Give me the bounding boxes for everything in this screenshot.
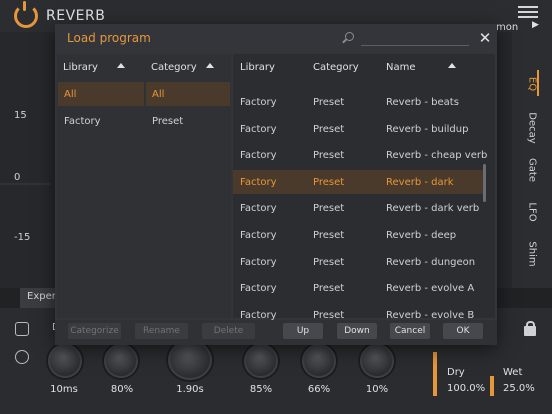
tab-shim[interactable]: Shim [512, 232, 552, 276]
close-button[interactable]: ✕ [475, 28, 495, 48]
sort-asc-icon[interactable] [448, 63, 456, 68]
damping-value: 66% [307, 384, 331, 395]
lock-icon[interactable] [524, 321, 536, 336]
decay-knob[interactable] [168, 340, 212, 380]
table-row[interactable]: Factory Preset Reverb - deep [233, 223, 483, 247]
wet-label: Wet [503, 367, 523, 378]
dry-label: Dry [447, 367, 465, 378]
mod-value: 10% [365, 384, 389, 395]
wet-value: 25.0% [503, 383, 535, 394]
table-row[interactable]: Factory Preset Reverb - beats [233, 90, 483, 114]
graph-view-icon[interactable] [15, 322, 29, 336]
category-option-all[interactable]: All [146, 82, 230, 106]
active-tab-indicator [537, 70, 539, 96]
side-tabs: EQ Decay Gate LFO Shim [512, 32, 552, 288]
diffusion-value: 80% [110, 384, 134, 395]
hamburger-menu-icon[interactable] [518, 6, 538, 18]
app-title: REVERB [46, 8, 106, 24]
cancel-button[interactable]: Cancel [390, 323, 430, 339]
row-category-cell: Preset [313, 97, 345, 108]
wet-meter[interactable] [490, 376, 494, 396]
row-name-cell: Reverb - evolve A [386, 283, 475, 295]
row-library-cell: Factory [240, 256, 277, 268]
categorize-button[interactable]: Categorize [68, 323, 121, 339]
row-library-cell: Factory [240, 230, 277, 241]
filter-header-library[interactable]: Library [63, 62, 98, 73]
row-name-cell: Reverb - cheap verb [386, 150, 488, 162]
row-library-cell: Factory [240, 203, 277, 215]
dialog-title: Load program [67, 31, 151, 45]
rename-button[interactable]: Rename [135, 323, 188, 339]
row-library-cell: Factory [240, 150, 277, 162]
db-label-top: 15 [14, 110, 27, 121]
table-row[interactable]: Factory Preset Reverb - dark verb [233, 196, 483, 220]
row-name-cell: Reverb - dark [386, 176, 454, 188]
search-icon [345, 32, 354, 41]
row-library-cell: Factory [240, 123, 277, 135]
row-category-cell: Preset [313, 256, 345, 268]
row-category-cell: Preset [313, 150, 345, 162]
table-row[interactable]: Factory Preset Reverb - evolve A [233, 276, 483, 300]
delete-button[interactable]: Delete [202, 323, 255, 339]
damping-knob[interactable] [302, 344, 336, 378]
row-name-cell: Reverb - dark verb [386, 203, 480, 215]
sort-asc-icon[interactable] [206, 63, 214, 68]
list-header-category[interactable]: Category [313, 62, 359, 73]
tab-gate[interactable]: Gate [512, 148, 552, 192]
search-input[interactable] [361, 30, 469, 46]
row-library-cell: Factory [240, 283, 277, 295]
library-option-factory[interactable]: Factory [58, 109, 144, 133]
tab-decay[interactable]: Decay [512, 106, 552, 150]
row-library-cell: Factory [240, 176, 277, 188]
db-label-bottom: -15 [14, 232, 31, 243]
row-category-cell: Preset [313, 176, 345, 188]
ok-button[interactable]: OK [443, 323, 483, 339]
dialog-footer [55, 320, 497, 345]
list-header-library[interactable]: Library [240, 62, 275, 73]
dry-value: 100.0% [447, 383, 486, 394]
table-row[interactable]: Factory Preset Reverb - cheap verb [233, 143, 487, 167]
tab-lfo[interactable]: LFO [512, 190, 552, 234]
diffusion-knob[interactable] [104, 344, 138, 378]
dry-meter[interactable] [433, 352, 437, 396]
table-row[interactable]: Factory Preset Reverb - dark [233, 169, 483, 194]
dice-icon[interactable] [15, 350, 29, 364]
row-category-cell: Preset [313, 123, 345, 135]
category-option-preset[interactable]: Preset [146, 109, 230, 133]
list-scrollbar[interactable] [483, 164, 486, 202]
power-logo-icon[interactable] [14, 1, 38, 28]
db-label-mid: 0 [14, 172, 21, 183]
library-option-all[interactable]: All [58, 82, 144, 106]
tab-eq[interactable]: EQ [512, 62, 552, 106]
row-library-cell: Factory [240, 97, 277, 108]
size-knob[interactable] [244, 344, 278, 378]
row-name-cell: Reverb - dungeon [386, 256, 476, 268]
size-value: 85% [249, 384, 273, 395]
predelay-knob[interactable] [48, 344, 82, 378]
row-category-cell: Preset [313, 203, 345, 215]
next-preset-icon[interactable]: ▶ [532, 20, 539, 30]
row-category-cell: Preset [313, 283, 345, 295]
table-row[interactable]: Factory Preset Reverb - buildup [233, 117, 483, 141]
mod-knob[interactable] [360, 344, 394, 378]
down-button[interactable]: Down [337, 323, 377, 339]
row-name-cell: Reverb - beats [386, 97, 459, 108]
predelay-value: 10ms [50, 384, 78, 395]
row-name-cell: Reverb - deep [386, 230, 457, 241]
up-button[interactable]: Up [283, 323, 323, 339]
table-row[interactable]: Factory Preset Reverb - dungeon [233, 250, 483, 274]
list-header-name[interactable]: Name [386, 62, 416, 73]
load-program-dialog: Load program ✕ Library Category All Fact… [55, 24, 497, 345]
sort-asc-icon[interactable] [117, 63, 125, 68]
filter-header-category[interactable]: Category [151, 62, 197, 73]
decay-value: 1.90s [176, 384, 204, 395]
row-category-cell: Preset [313, 230, 345, 241]
row-name-cell: Reverb - buildup [386, 123, 469, 135]
